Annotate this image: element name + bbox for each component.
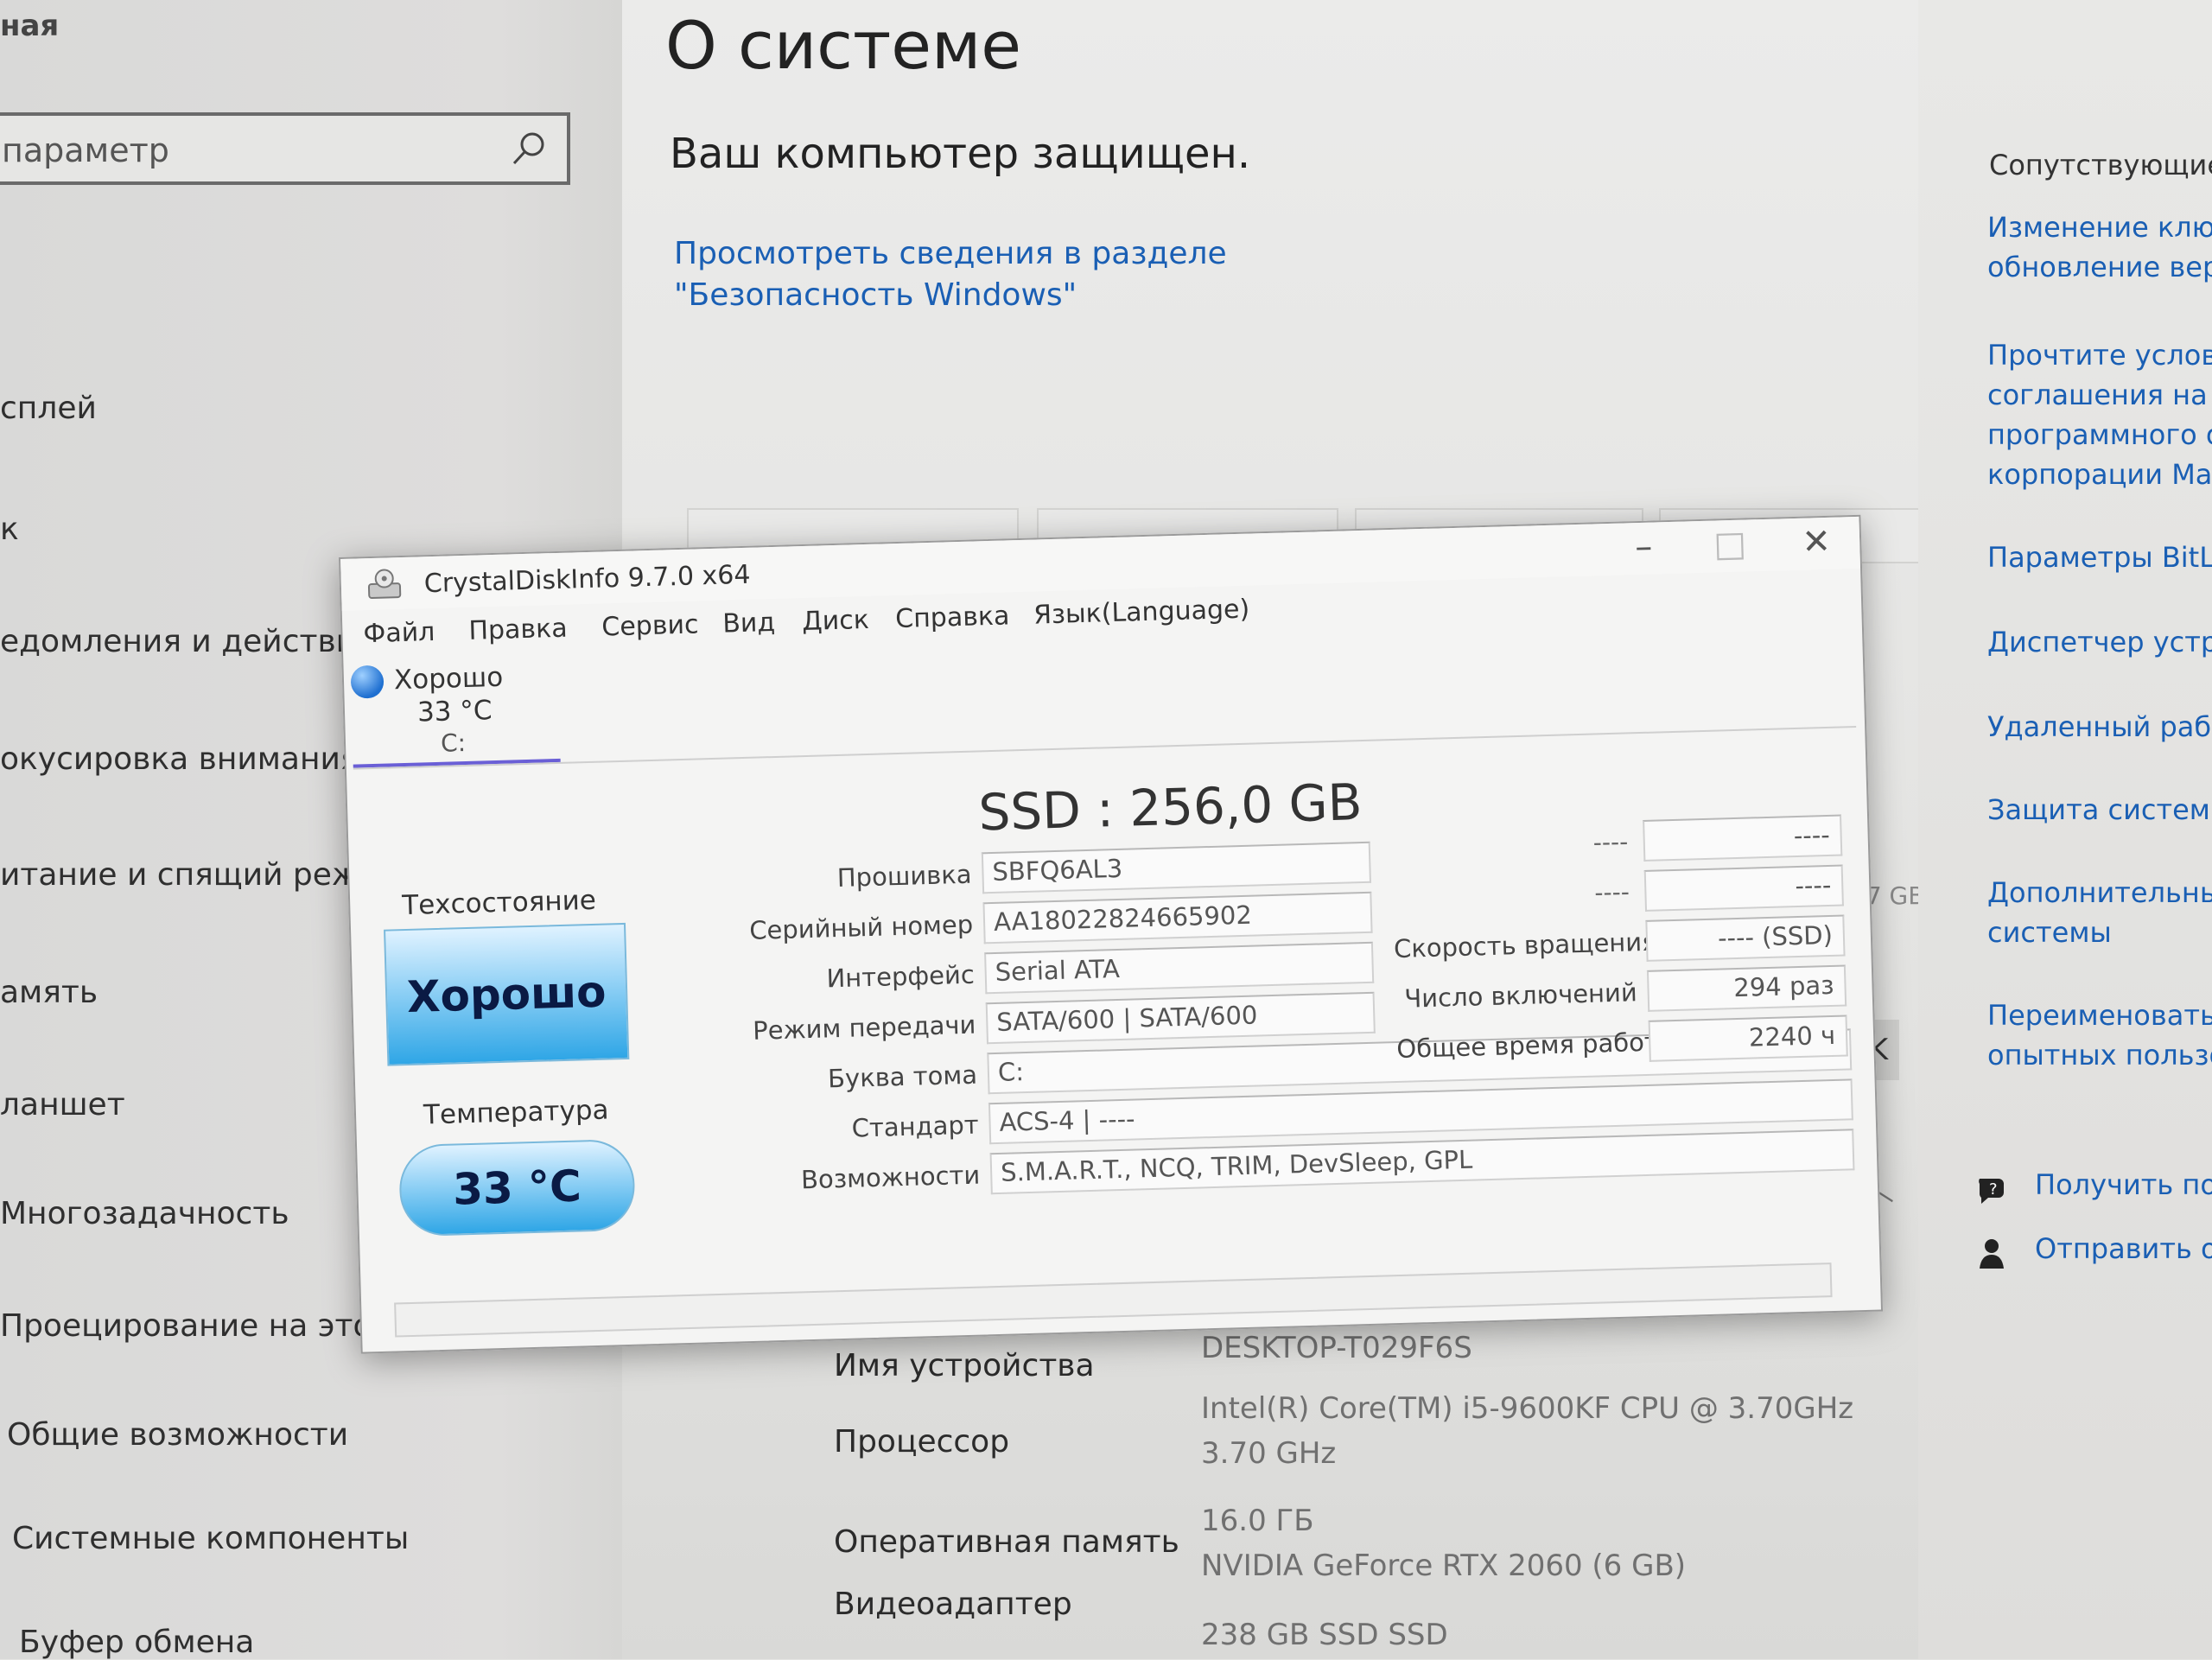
settings-search-input[interactable]: параметр (0, 112, 570, 185)
cdi-window-title: CrystalDiskInfo 9.7.0 x64 (423, 559, 751, 600)
crystaldiskinfo-app-icon (367, 569, 402, 599)
svg-text:?: ? (1989, 1180, 1998, 1199)
page-title: О системе (665, 7, 1022, 84)
field-value-power-on-count: 294 раз (1646, 964, 1847, 1012)
sidebar-item-projecting[interactable]: Проецирование на этот (0, 1308, 390, 1344)
field-label-firmware: Прошивка (836, 859, 972, 894)
field-value-rotation-rate: ---- (SSD) (1645, 914, 1846, 962)
field-label-features: Возможности (800, 1160, 981, 1195)
help-icon: ? (1979, 1179, 2004, 1204)
spec-value-storage: 238 GB SSD SSD (1201, 1618, 1448, 1652)
field-label-drive-letter: Буква тома (827, 1059, 978, 1094)
field-label-serial: Серийный номер (748, 909, 974, 945)
health-status-dot-icon (350, 665, 385, 699)
spec-value-device-name: DESKTOP-T029F6S (1201, 1331, 1472, 1365)
related-link-rename[interactable]: Переименовать эт (1987, 995, 2212, 1035)
menu-disk[interactable]: Диск (802, 605, 870, 637)
minimize-button[interactable]: – (1599, 521, 1688, 576)
related-link-system-protection[interactable]: Защита системы (1987, 790, 2212, 830)
related-settings-heading: Сопутствующие п (1989, 149, 2212, 181)
related-link-license-4[interactable]: корпорации Майк (1987, 455, 2212, 494)
disk-tab-temp: 33 °C (416, 695, 493, 728)
related-link-license[interactable]: Прочтите условия (1987, 335, 2212, 375)
sidebar-item-shared-experiences[interactable]: Общие возможности (7, 1417, 348, 1453)
related-link-advanced-settings[interactable]: Дополнительные п (1987, 873, 2212, 913)
sidebar-item-focus-assist[interactable]: окусировка внимания (0, 741, 359, 777)
security-details-link[interactable]: Просмотреть сведения в разделе "Безопасн… (674, 233, 1434, 316)
sidebar-item-display[interactable]: сплей (0, 391, 97, 426)
sidebar-item-multitasking[interactable]: Многозадачность (0, 1196, 289, 1231)
menu-function[interactable]: Сервис (601, 609, 699, 642)
spec-label-gpu: Видеоадаптер (834, 1587, 1072, 1622)
disk-model: SSD : 256,0 GB (977, 773, 1363, 843)
menu-file[interactable]: Файл (363, 617, 435, 649)
tab-separator (353, 726, 1857, 770)
sidebar-item-power-sleep[interactable]: итание и спящий режим (0, 857, 404, 893)
related-link-change-key[interactable]: Изменение ключа (1987, 207, 2212, 247)
spec-label-ram: Оперативная память (834, 1524, 1179, 1560)
spec-value-processor: Intel(R) Core(TM) i5-9600KF CPU @ 3.70GH… (1201, 1391, 1854, 1426)
field-value-power-on-hours: 2240 ч (1648, 1014, 1848, 1062)
close-button[interactable]: ✕ (1772, 517, 1860, 571)
menu-language[interactable]: Язык(Language) (1033, 595, 1250, 631)
protection-status: Ваш компьютер защищен. (670, 130, 1251, 178)
disk-selector-tab[interactable]: Хорошо 33 °C C: (350, 656, 561, 768)
feedback-icon (1980, 1239, 2004, 1269)
related-link-remote-desktop[interactable]: Удаленный рабоч (1987, 707, 2212, 747)
field-value-reserved-1: ---- (1643, 814, 1843, 862)
search-placeholder: параметр (2, 131, 169, 169)
field-value-serial: AA18022824665902 (982, 891, 1373, 944)
field-value-interface: Serial ATA (984, 941, 1375, 995)
related-link-license-3[interactable]: программного об (1987, 415, 2212, 455)
disk-tab-drive: C: (440, 728, 467, 758)
field-label-reserved-2: ---- (1593, 877, 1630, 907)
related-link-advanced-settings-2[interactable]: системы (1987, 913, 2112, 952)
health-label: Техсостояние (401, 884, 597, 922)
field-label-interface: Интерфейс (826, 959, 976, 994)
field-label-standard: Стандарт (851, 1110, 980, 1143)
field-value-transfer-mode: SATA/600 | SATA/600 (985, 991, 1376, 1045)
get-help-link[interactable]: Получить пом (2035, 1168, 2212, 1201)
maximize-button[interactable]: □ (1686, 519, 1774, 574)
menu-view[interactable]: Вид (722, 607, 776, 639)
temperature-button[interactable]: 33 °C (398, 1138, 636, 1237)
spec-label-processor: Процессор (834, 1424, 1010, 1460)
related-link-bitlocker[interactable]: Параметры BitLoc (1987, 537, 2212, 577)
sidebar-heading: ная (0, 9, 60, 43)
related-link-device-manager[interactable]: Диспетчер устрой (1987, 622, 2212, 662)
menu-edit[interactable]: Правка (468, 614, 568, 646)
spec-value-processor-speed: 3.70 GHz (1201, 1436, 1337, 1471)
related-link-change-key-2[interactable]: обновление верс (1987, 247, 2212, 287)
sidebar-item-system-components[interactable]: Системные компоненты (12, 1521, 409, 1556)
search-icon[interactable] (510, 130, 548, 168)
related-link-rename-2[interactable]: опытных пользова (1987, 1035, 2212, 1075)
field-label-reserved-1: ---- (1592, 827, 1629, 857)
field-value-firmware: SBFQ6AL3 (981, 841, 1371, 894)
field-label-rotation-rate: Скорость вращения (1393, 926, 1657, 964)
related-link-license-2[interactable]: соглашения на ис (1987, 375, 2212, 415)
spec-value-gpu: NVIDIA GeForce RTX 2060 (6 GB) (1201, 1549, 1687, 1583)
sidebar-item-clipboard[interactable]: Буфер обмена (19, 1625, 254, 1660)
spec-value-ram: 16.0 ГБ (1201, 1504, 1314, 1538)
field-label-power-on-count: Число включений (1403, 977, 1638, 1014)
sidebar-item-notifications[interactable]: едомления и действия (0, 624, 375, 659)
send-feedback-link[interactable]: Отправить отз (2035, 1232, 2212, 1265)
spec-label-device-name: Имя устройства (834, 1348, 1095, 1383)
field-label-transfer-mode: Режим передачи (752, 1009, 976, 1046)
temperature-label: Температура (423, 1094, 609, 1131)
sidebar-item-storage[interactable]: амять (0, 975, 98, 1010)
menu-help[interactable]: Справка (895, 601, 1010, 634)
sidebar-item-tablet[interactable]: ланшет (0, 1087, 125, 1123)
health-status-button[interactable]: Хорошо (384, 922, 630, 1066)
sidebar-item-sound[interactable]: к (0, 512, 19, 547)
crystaldiskinfo-window: CrystalDiskInfo 9.7.0 x64 – □ ✕ Файл Пра… (339, 514, 1884, 1354)
disk-tab-status: Хорошо (393, 661, 504, 696)
field-value-reserved-2: ---- (1643, 864, 1844, 912)
